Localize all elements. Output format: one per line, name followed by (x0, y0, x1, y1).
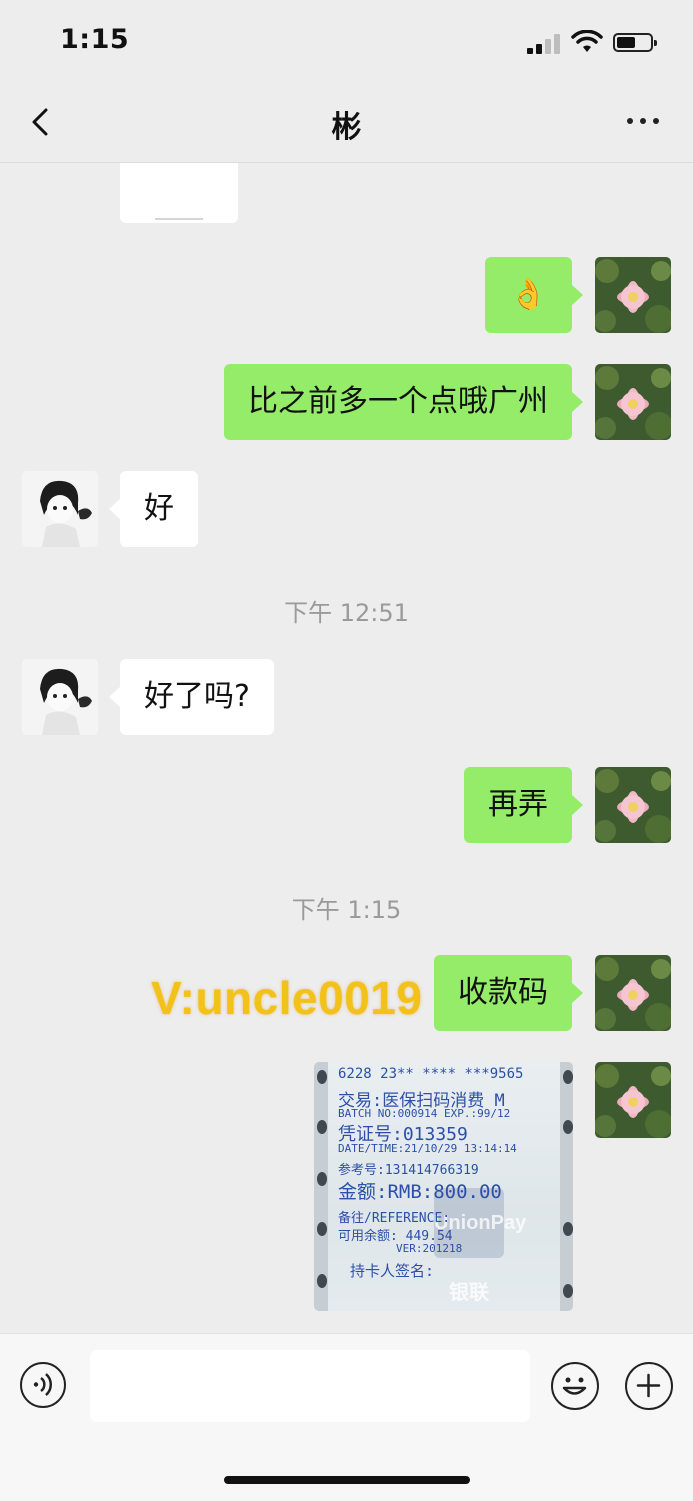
cellular-signal-icon (527, 34, 561, 54)
plus-icon[interactable] (625, 1362, 673, 1410)
overlay-contact-text: V:uncle0019 (151, 972, 423, 1024)
my-avatar[interactable] (595, 364, 671, 440)
message-bubble-mine[interactable]: 👌 (485, 257, 583, 333)
message-text: 收款码 (458, 975, 548, 1010)
my-avatar[interactable] (595, 767, 671, 843)
emoji-icon[interactable] (551, 1362, 599, 1410)
system-icons (515, 30, 665, 56)
status-time: 1:15 (60, 24, 130, 55)
message-bubble-mine[interactable]: 再弄 (464, 767, 583, 843)
contact-avatar[interactable] (22, 659, 98, 735)
partial-card-message[interactable] (120, 163, 238, 223)
message-text: 好 (144, 491, 174, 526)
chat-header: 彬 (0, 80, 693, 163)
receipt-line: 备往/REFERENCE: (338, 1211, 451, 1226)
message-bubble-contact[interactable]: 好 (109, 471, 198, 547)
receipt-line: 6228 23** **** ***9565 (338, 1066, 524, 1082)
receipt-line: 金额:RMB:800.00 (338, 1181, 502, 1203)
chat-title: 彬 (331, 110, 362, 145)
message-bubble-mine[interactable]: 比之前多一个点哦广州 (224, 364, 583, 440)
message-text: 再弄 (488, 787, 548, 822)
receipt-line: DATE/TIME:21/10/29 13:14:14 (338, 1142, 517, 1155)
my-avatar[interactable] (595, 257, 671, 333)
receipt-line: VER:201218 (396, 1242, 463, 1255)
wifi-icon (571, 30, 603, 52)
receipt-line: 持卡人签名: (350, 1262, 435, 1280)
contact-avatar[interactable] (22, 471, 98, 547)
message-timestamp: 下午 1:15 (291, 896, 402, 924)
message-text: 好了吗? (144, 679, 250, 714)
ok-hand-emoji: 👌 (509, 277, 548, 312)
message-list[interactable]: 👌 比之前多一个点哦广州 好 下午 12:51 好了吗? 再弄 下午 1:15 … (0, 163, 693, 1333)
message-bubble-contact[interactable]: 好了吗? (109, 659, 274, 735)
my-avatar[interactable] (595, 1062, 671, 1138)
message-text: 比之前多一个点哦广州 (248, 384, 548, 419)
input-bar (0, 1333, 693, 1501)
message-input[interactable] (90, 1350, 530, 1422)
message-bubble-mine[interactable]: 收款码 (434, 955, 583, 1031)
more-dots-icon[interactable] (623, 110, 663, 130)
receipt-line: 参考号:131414766319 (338, 1163, 479, 1178)
battery-icon (613, 33, 657, 52)
receipt-line: BATCH NO:000914 EXP.:99/12 (338, 1107, 511, 1120)
message-timestamp: 下午 12:51 (284, 599, 409, 627)
receipt-image-message[interactable]: UnionPay 银联 6228 23** **** ***9565 交易:医保… (314, 1062, 573, 1311)
home-indicator (224, 1476, 470, 1484)
status-bar: 1:15 (0, 0, 693, 80)
my-avatar[interactable] (595, 955, 671, 1031)
voice-icon[interactable] (20, 1362, 66, 1408)
